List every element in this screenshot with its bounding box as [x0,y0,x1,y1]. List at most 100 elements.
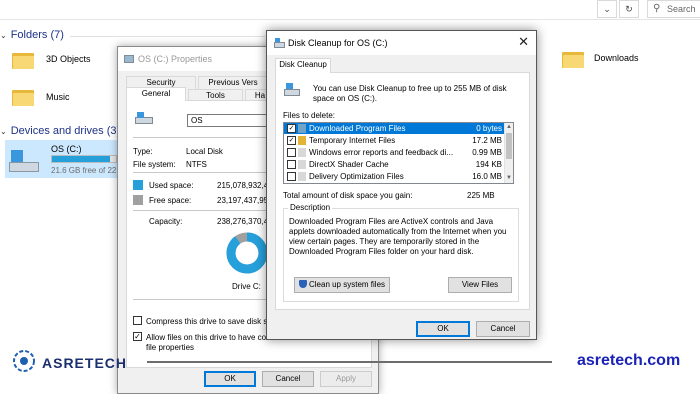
drive-free-text: 21.6 GB free of 221 [51,166,117,175]
file-name: DirectX Shader Cache [309,160,389,169]
file-checkbox[interactable] [287,160,296,169]
drive-label-input[interactable]: OS [187,114,277,127]
list-item[interactable]: DirectX Shader Cache 194 KB [284,159,506,170]
files-list[interactable]: ✓ Downloaded Program Files 0 bytes ✓ Tempora… [283,122,514,184]
compress-checkbox[interactable] [133,316,142,325]
total-gain-label: Total amount of disk space you gain: [283,191,413,200]
total-gain-value: 225 MB [467,191,495,200]
asretech-logo: ASRETECH [10,344,130,380]
search-box[interactable]: ⚲ Search [647,0,700,18]
file-icon [298,148,306,157]
drive-icon [135,112,153,124]
tab-disk-cleanup[interactable]: Disk Cleanup [275,58,331,73]
folder-music[interactable] [12,88,34,106]
cleanup-ok-button[interactable]: OK [416,321,470,337]
shield-icon [298,280,307,288]
file-size: 194 KB [475,160,502,169]
explorer-toolbar: ⌄ ↻ ⚲ Search [0,0,700,20]
file-checkbox[interactable] [287,172,296,181]
file-name: Windows error reports and feedback di... [309,148,454,157]
divider [133,210,273,211]
free-space-label: Free space: [149,196,192,205]
file-name: Temporary Internet Files [309,136,396,145]
folder-icon [12,51,34,69]
files-to-delete-label: Files to delete: [283,111,336,120]
cleanup-titlebar[interactable]: Disk Cleanup for OS (C:) ✕ [267,31,536,55]
capacity-value: 238,276,370,43 [217,217,273,226]
folder-downloads[interactable] [562,50,584,68]
type-label: Type: [133,147,153,156]
donut-used-segment [226,232,268,274]
folder-icon [12,88,34,106]
description-legend: Description [288,203,333,212]
folder-label: 3D Objects [46,54,91,64]
file-size: 16.0 MB [472,172,502,181]
file-size: 0.99 MB [472,148,502,157]
drive-usage-fill [52,156,110,162]
folder-icon [562,50,584,68]
list-item[interactable]: ✓ Downloaded Program Files 0 bytes [284,123,506,134]
site-url-text: asretech.com [577,352,681,369]
scroll-up-icon[interactable]: ▲ [505,123,513,132]
used-space-label: Used space: [149,181,194,190]
divider [133,137,273,138]
used-space-value: 215,078,932,48 [217,181,273,190]
file-icon [298,124,306,133]
list-item[interactable]: Delivery Optimization Files 16.0 MB [284,171,506,182]
folder-label: Downloads [594,53,639,63]
view-files-button[interactable]: View Files [448,277,512,293]
scrollbar-thumb[interactable] [506,133,512,159]
dropdown-chevron-icon[interactable]: ⌄ [597,0,617,18]
cleanup-panel: You can use Disk Cleanup to free up to 2… [275,72,530,310]
properties-cancel-button[interactable]: Cancel [262,371,314,387]
folder-label: Music [46,92,70,102]
type-value: Local Disk [186,147,223,156]
clean-up-system-files-button[interactable]: Clean up system files [294,277,390,293]
files-list-scrollbar[interactable]: ▲ ▼ [504,123,513,183]
description-group: Description Downloaded Program Files are… [283,203,519,302]
drive-icon [124,55,134,63]
devices-group-header[interactable]: ⌄ Devices and drives (3) [0,125,120,137]
drive-name: OS (C:) [51,144,82,154]
properties-title: OS (C:) Properties [138,54,213,64]
close-icon[interactable]: ✕ [518,34,529,50]
index-label-line2: file properties [146,343,195,352]
used-space-swatch [133,180,143,190]
logo-emblem-icon [13,350,35,372]
file-checkbox[interactable]: ✓ [287,124,296,133]
scroll-down-icon[interactable]: ▼ [505,174,513,183]
folder-3d-objects[interactable] [12,51,34,69]
drive-caption: Drive C: [232,282,261,291]
tab-general[interactable]: General [126,87,186,101]
properties-apply-button[interactable]: Apply [320,371,372,387]
divider [70,36,265,37]
file-checkbox[interactable]: ✓ [287,136,296,145]
cleanup-cancel-button[interactable]: Cancel [476,321,530,337]
file-checkbox[interactable] [287,148,296,157]
lock-icon [298,136,306,145]
disk-usage-donut [226,232,268,274]
drive-usage-bar [51,155,117,163]
search-icon: ⚲ [653,3,661,14]
search-placeholder: Search [667,4,696,14]
file-icon [298,172,306,181]
list-item[interactable]: ✓ Temporary Internet Files 17.2 MB [284,135,506,146]
logo-text: ASRETECH [42,355,128,371]
capacity-label: Capacity: [149,217,183,226]
properties-ok-button[interactable]: OK [204,371,256,387]
tab-previous-versions[interactable]: Previous Vers [198,76,268,89]
refresh-icon[interactable]: ↻ [619,0,639,18]
folders-group-header[interactable]: ⌄ Folders (7) [0,29,64,41]
file-size: 0 bytes [476,124,502,133]
index-label-line1: Allow files on this drive to have conte [146,333,278,342]
divider [133,172,273,173]
divider [133,299,273,300]
list-item[interactable]: Windows error reports and feedback di...… [284,147,506,158]
disk-cleanup-dialog: Disk Cleanup for OS (C:) ✕ Disk Cleanup … [266,30,537,340]
description-text: Downloaded Program Files are ActiveX con… [289,217,507,256]
index-checkbox[interactable]: ✓ [133,332,142,341]
free-space-value: 23,197,437,95 [217,196,269,205]
cleanup-title: Disk Cleanup for OS (C:) [288,38,388,48]
file-size: 17.2 MB [472,136,502,145]
drive-c-item[interactable]: OS (C:) 21.6 GB free of 221 [5,140,117,178]
